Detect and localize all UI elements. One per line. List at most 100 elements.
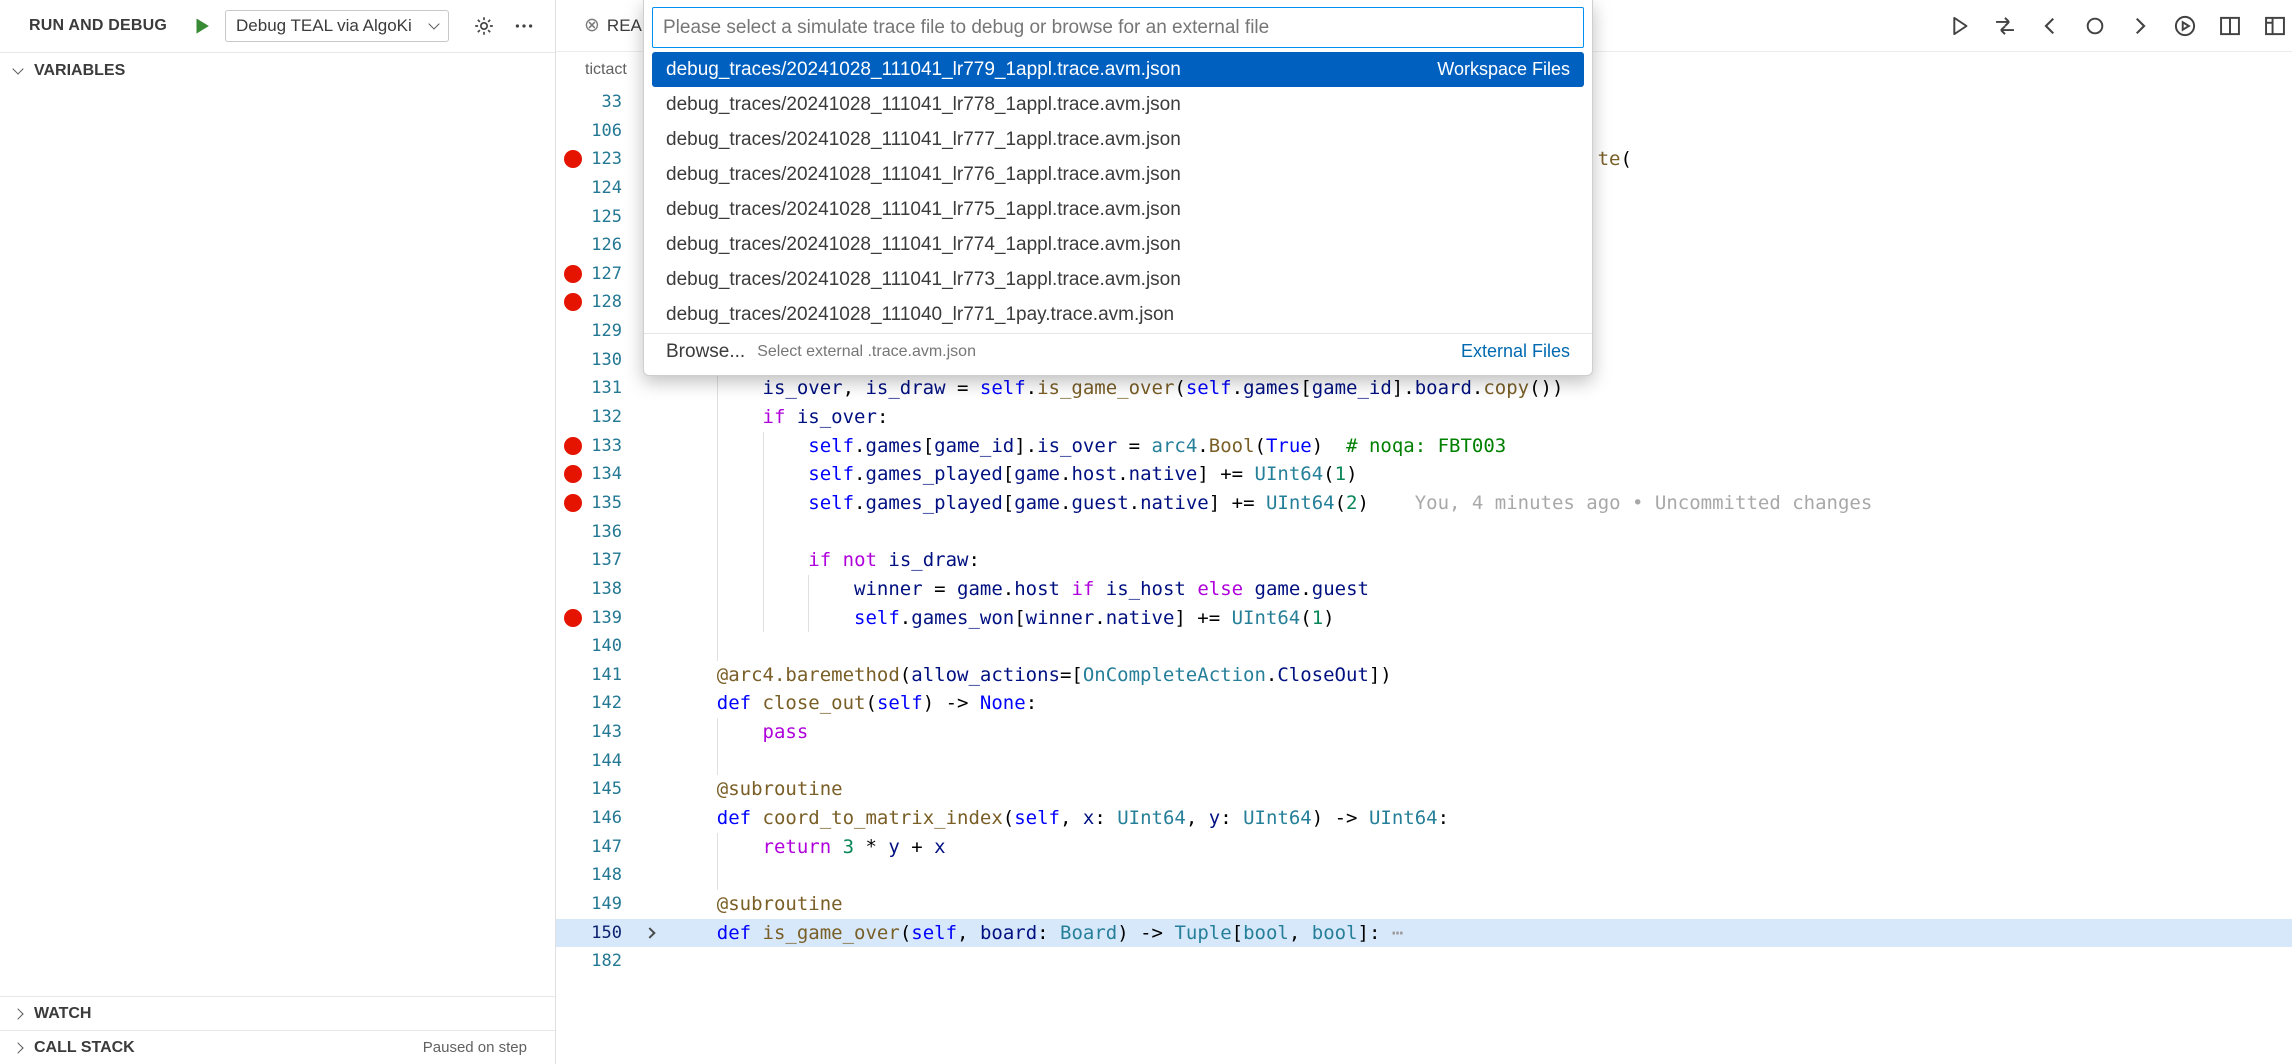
- code-line-content[interactable]: @arc4.baremethod(allow_actions=[OnComple…: [671, 661, 2292, 690]
- code-line-content[interactable]: def coord_to_matrix_index(self, x: UInt6…: [671, 804, 2292, 833]
- quick-pick-item[interactable]: debug_traces/20241028_111041_lr779_1appl…: [652, 52, 1584, 87]
- breakpoint-dot[interactable]: [564, 609, 582, 627]
- fold-gutter[interactable]: [634, 861, 671, 890]
- fold-gutter[interactable]: [634, 775, 671, 804]
- breakpoint-gutter[interactable]: [556, 489, 590, 518]
- breakpoint-dot[interactable]: [564, 150, 582, 168]
- line-number[interactable]: 127: [590, 260, 634, 289]
- breakpoint-gutter[interactable]: [556, 203, 590, 232]
- breakpoint-gutter[interactable]: [556, 117, 590, 146]
- code-line-content[interactable]: [671, 747, 2292, 776]
- line-number[interactable]: 182: [590, 947, 634, 976]
- quick-pick-item[interactable]: debug_traces/20241028_111041_lr774_1appl…: [652, 227, 1584, 262]
- breakpoint-gutter[interactable]: [556, 775, 590, 804]
- line-number[interactable]: 123: [590, 145, 634, 174]
- gear-icon[interactable]: [471, 13, 497, 39]
- more-actions-icon[interactable]: [511, 13, 537, 39]
- line-number[interactable]: 126: [590, 231, 634, 260]
- line-number[interactable]: 129: [590, 317, 634, 346]
- fold-gutter[interactable]: [634, 632, 671, 661]
- code-line-content[interactable]: def close_out(self) -> None:: [671, 689, 2292, 718]
- breakpoint-gutter[interactable]: [556, 374, 590, 403]
- run-icon[interactable]: [1947, 13, 1973, 39]
- line-number[interactable]: 135: [590, 489, 634, 518]
- code-line-content[interactable]: def is_game_over(self, board: Board) -> …: [671, 919, 2292, 948]
- line-number[interactable]: 147: [590, 833, 634, 862]
- quick-pick-browse-row[interactable]: Browse... Select external .trace.avm.jso…: [652, 334, 1584, 369]
- line-number[interactable]: 141: [590, 661, 634, 690]
- code-line-content[interactable]: return 3 * y + x: [671, 833, 2292, 862]
- editor-layout-icon[interactable]: [2262, 13, 2288, 39]
- watch-section-header[interactable]: WATCH: [0, 996, 555, 1030]
- breakpoint-gutter[interactable]: [556, 919, 590, 948]
- quick-pick-item[interactable]: debug_traces/20241028_111041_lr778_1appl…: [652, 87, 1584, 122]
- fold-gutter[interactable]: [634, 919, 671, 948]
- breakpoint-gutter[interactable]: [556, 604, 590, 633]
- fold-gutter[interactable]: [634, 432, 671, 461]
- code-line-content[interactable]: @subroutine: [671, 890, 2292, 919]
- variables-section-header[interactable]: VARIABLES: [0, 52, 555, 88]
- code-line-content[interactable]: winner = game.host if is_host else game.…: [671, 575, 2292, 604]
- fold-gutter[interactable]: [634, 833, 671, 862]
- breakpoint-gutter[interactable]: [556, 88, 590, 117]
- breakpoint-gutter[interactable]: [556, 346, 590, 375]
- line-number[interactable]: 131: [590, 374, 634, 403]
- record-icon[interactable]: [2082, 13, 2108, 39]
- compare-changes-icon[interactable]: [1992, 13, 2018, 39]
- breakpoint-gutter[interactable]: [556, 632, 590, 661]
- line-number[interactable]: 106: [590, 117, 634, 146]
- fold-gutter[interactable]: [634, 661, 671, 690]
- line-number[interactable]: 144: [590, 747, 634, 776]
- navigate-forward-icon[interactable]: [2127, 13, 2153, 39]
- line-number[interactable]: 146: [590, 804, 634, 833]
- quick-pick-item[interactable]: debug_traces/20241028_111040_lr771_1pay.…: [652, 297, 1584, 332]
- breakpoint-gutter[interactable]: [556, 231, 590, 260]
- line-number[interactable]: 130: [590, 346, 634, 375]
- breakpoint-gutter[interactable]: [556, 518, 590, 547]
- breakpoint-gutter[interactable]: [556, 403, 590, 432]
- line-number[interactable]: 124: [590, 174, 634, 203]
- line-number[interactable]: 140: [590, 632, 634, 661]
- breakpoint-gutter[interactable]: [556, 833, 590, 862]
- line-number[interactable]: 132: [590, 403, 634, 432]
- line-number[interactable]: 137: [590, 546, 634, 575]
- debug-config-dropdown[interactable]: Debug TEAL via AlgoKi: [225, 10, 449, 42]
- line-number[interactable]: 133: [590, 432, 634, 461]
- code-line-content[interactable]: if not is_draw:: [671, 546, 2292, 575]
- run-below-icon[interactable]: [2172, 13, 2198, 39]
- code-line-content[interactable]: if is_over:: [671, 403, 2292, 432]
- breakpoint-gutter[interactable]: [556, 260, 590, 289]
- fold-gutter[interactable]: [634, 890, 671, 919]
- quick-pick-item[interactable]: debug_traces/20241028_111041_lr777_1appl…: [652, 122, 1584, 157]
- editor-tab[interactable]: ⊗ REA: [584, 16, 642, 36]
- fold-gutter[interactable]: [634, 747, 671, 776]
- breakpoint-dot[interactable]: [564, 293, 582, 311]
- code-line-content[interactable]: self.games_played[game.host.native] += U…: [671, 460, 2292, 489]
- breakpoint-gutter[interactable]: [556, 145, 590, 174]
- line-number[interactable]: 149: [590, 890, 634, 919]
- breakpoint-gutter[interactable]: [556, 947, 590, 976]
- breakpoint-dot[interactable]: [564, 265, 582, 283]
- fold-gutter[interactable]: [634, 489, 671, 518]
- call-stack-section-header[interactable]: CALL STACK Paused on step: [0, 1030, 555, 1064]
- code-line-content[interactable]: [671, 861, 2292, 890]
- line-number[interactable]: 139: [590, 604, 634, 633]
- line-number[interactable]: 148: [590, 861, 634, 890]
- line-number[interactable]: 145: [590, 775, 634, 804]
- fold-gutter[interactable]: [634, 460, 671, 489]
- code-line-content[interactable]: self.games[game_id].is_over = arc4.Bool(…: [671, 432, 2292, 461]
- fold-gutter[interactable]: [634, 546, 671, 575]
- line-number[interactable]: 134: [590, 460, 634, 489]
- breakpoint-dot[interactable]: [564, 465, 582, 483]
- fold-gutter[interactable]: [634, 804, 671, 833]
- breakpoint-gutter[interactable]: [556, 890, 590, 919]
- line-number[interactable]: 125: [590, 203, 634, 232]
- fold-gutter[interactable]: [634, 575, 671, 604]
- start-debugging-button[interactable]: [189, 13, 215, 39]
- code-line-content[interactable]: self.games_played[game.guest.native] += …: [671, 489, 2292, 518]
- quick-pick-input[interactable]: [652, 7, 1584, 48]
- breakpoint-gutter[interactable]: [556, 718, 590, 747]
- line-number[interactable]: 150: [590, 919, 634, 948]
- breakpoint-gutter[interactable]: [556, 747, 590, 776]
- fold-gutter[interactable]: [634, 604, 671, 633]
